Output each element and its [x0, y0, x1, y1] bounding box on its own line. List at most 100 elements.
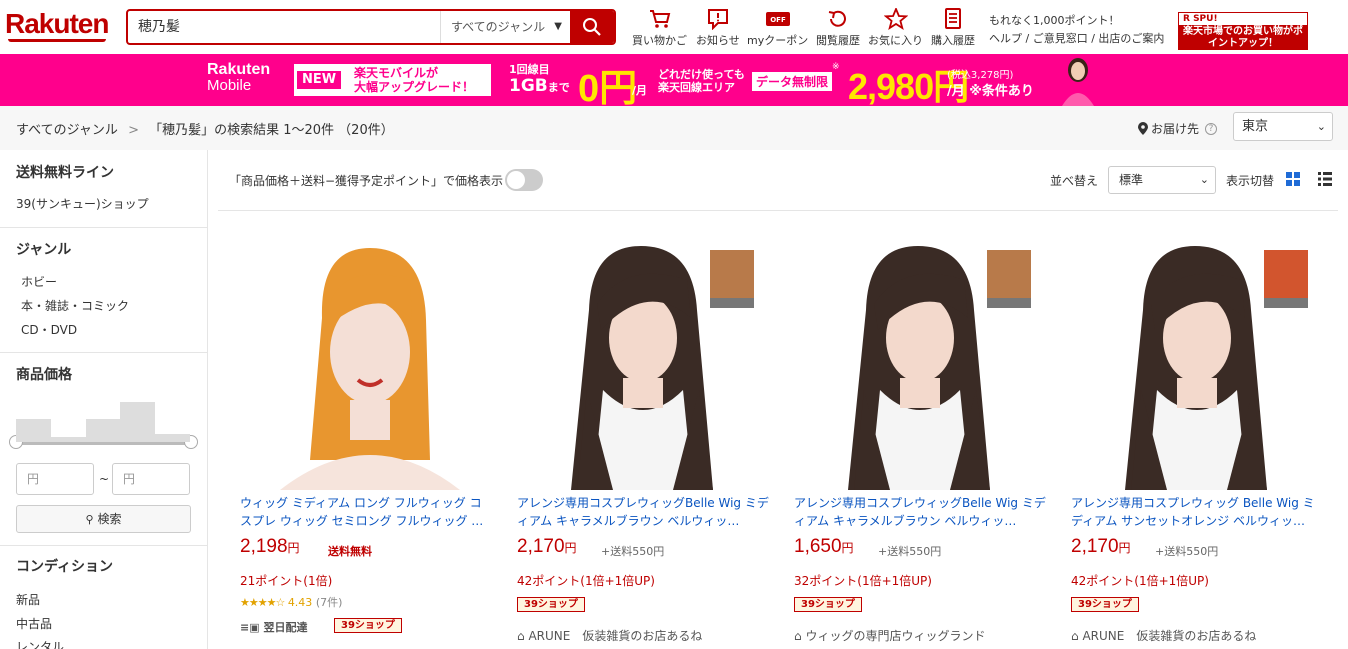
genre-item[interactable]: ホビー	[21, 273, 57, 290]
condition-item[interactable]: 新品	[16, 591, 40, 608]
toolbar-divider	[218, 210, 1338, 211]
chevron-down-icon: ⌄	[1199, 173, 1209, 186]
header-notice[interactable]: お知らせ	[696, 8, 740, 48]
favorites-label: お気に入り	[868, 34, 923, 47]
breadcrumb: すべてのジャンル > 「穂乃髪」の検索結果 1～20件 （20件）	[16, 119, 394, 138]
help-icon[interactable]: ?	[1205, 122, 1218, 135]
zero-unit: /月	[632, 84, 648, 97]
product-image[interactable]	[794, 240, 1054, 490]
delivery-destination: お届け先 ?	[1138, 120, 1218, 137]
header-coupon[interactable]: OFF myクーポン	[747, 8, 808, 48]
histogram-bar	[16, 419, 51, 442]
review-count: (7件)	[315, 596, 343, 609]
purchase-label: 購入履歴	[931, 34, 975, 47]
product-title[interactable]: アレンジ専用コスプレウィッグ Belle Wig ミディアム サンセットオレンジ…	[1071, 494, 1323, 530]
logo-underline	[8, 39, 106, 42]
spu-text: 楽天市場でのお買い物がポイントアップ！	[1183, 26, 1303, 49]
histogram-bar	[85, 419, 121, 442]
product-image[interactable]	[1071, 240, 1331, 490]
plan-price-unit: /月 ※条件あり	[947, 84, 1034, 99]
rakuten-mobile-banner[interactable]: Rakuten Mobile NEW 楽天モバイルが 大幅アップグレード！ 1回…	[0, 54, 1348, 110]
spu-logo: R SPU!	[1179, 13, 1307, 25]
product-card[interactable]: ウィッグ ミディアム ロング フルウィッグ コスプレ ウィッグ セミロング フル…	[240, 240, 500, 649]
points-promo-text[interactable]: もれなく1,000ポイント！	[989, 12, 1164, 30]
shop-name[interactable]: ⌂ ARUNE 仮装雑貨のお店あるね	[1071, 627, 1256, 644]
shop-name[interactable]: ⌂ ARUNE 仮装雑貨のお店あるね	[517, 627, 702, 644]
shop-icon: ⌂	[1071, 629, 1083, 643]
39shop-badge: 39ショップ	[517, 597, 585, 612]
new-upgrade-box: NEW 楽天モバイルが 大幅アップグレード！	[294, 64, 491, 96]
breadcrumb-root[interactable]: すべてのジャンル	[16, 123, 118, 138]
product-image[interactable]	[517, 240, 777, 490]
cart-icon	[649, 10, 670, 28]
search-bar: 穂乃髪 すべてのジャンル ▼	[126, 9, 616, 45]
new-tag: NEW	[297, 71, 342, 89]
search-button[interactable]	[570, 11, 614, 43]
product-points: 42ポイント(1倍+1倍UP)	[1071, 574, 1209, 588]
product-points: 42ポイント(1倍+1倍UP)	[517, 574, 655, 588]
genre-item[interactable]: 本・雑誌・コミック	[21, 297, 129, 314]
product-card[interactable]: アレンジ専用コスプレウィッグBelle Wig ミディアム キャラメルブラウン …	[794, 240, 1054, 649]
product-price: 2,170円	[1071, 536, 1131, 557]
location-pin-icon	[1138, 122, 1148, 135]
notice-icon	[707, 9, 728, 30]
shop-icon: ⌂	[517, 629, 529, 643]
genre-item[interactable]: CD・DVD	[21, 321, 77, 338]
product-card[interactable]: アレンジ専用コスプレウィッグ Belle Wig ミディアム サンセットオレンジ…	[1071, 240, 1331, 649]
star-icon	[883, 8, 908, 30]
help-links[interactable]: ヘルプ / ご意見窓口 / 出店のご案内	[989, 30, 1164, 48]
notice-label: お知らせ	[696, 34, 740, 47]
header-cart[interactable]: 買い物かご	[632, 8, 687, 48]
39shop-badge: 39ショップ	[794, 597, 862, 612]
histogram-bar	[155, 434, 191, 442]
area-text: どれだけ使っても 楽天回線エリア	[658, 68, 745, 94]
product-image[interactable]	[240, 240, 500, 490]
condition-item[interactable]: レンタル	[16, 638, 64, 649]
price-slider-track[interactable]	[16, 442, 190, 445]
price-max-input[interactable]: 円	[112, 463, 190, 495]
coupon-label: myクーポン	[747, 34, 809, 47]
svg-text:OFF: OFF	[770, 16, 786, 24]
product-rating[interactable]: ★★★★☆ 4.43 (7件)	[240, 594, 342, 610]
genre-select[interactable]: すべてのジャンル ▼	[440, 11, 570, 43]
zero-yen: 0円	[578, 68, 638, 110]
price-min-input[interactable]: 円	[16, 463, 94, 495]
prefecture-select[interactable]: 東京 ⌄	[1233, 112, 1333, 141]
condition-item[interactable]: 中古品	[16, 615, 52, 632]
product-card[interactable]: アレンジ専用コスプレウィッグBelle Wig ミディアム キャラメルブラウン …	[517, 240, 777, 649]
unlimited-badge: データ無制限	[752, 72, 833, 91]
view-switch-label: 表示切替	[1226, 174, 1275, 188]
purchase-icon	[945, 8, 961, 29]
sort-select[interactable]: 標準 ⌄	[1108, 166, 1216, 194]
header-history[interactable]: 閲覧履歴	[816, 8, 860, 48]
genre-heading: ジャンル	[16, 242, 72, 258]
divider	[0, 352, 207, 353]
price-search-button[interactable]: ⚲ 検索	[16, 505, 191, 533]
free-shipping-39shop[interactable]: 39(サンキュー)ショップ	[16, 195, 149, 212]
grid-view-icon[interactable]	[1286, 172, 1300, 186]
onegb-text: 1回線目 1GBまで	[509, 63, 570, 96]
list-view-icon[interactable]	[1318, 172, 1332, 186]
shop-icon: ⌂	[794, 629, 806, 643]
divider	[0, 227, 207, 228]
next-day-delivery: ≡▣ 翌日配達	[240, 621, 308, 634]
price-search-label: 検索	[97, 512, 122, 526]
cart-label: 買い物かご	[632, 34, 687, 47]
histogram-bar	[50, 437, 86, 442]
product-title[interactable]: ウィッグ ミディアム ロング フルウィッグ コスプレ ウィッグ セミロング フル…	[240, 494, 492, 530]
price-range-tilde: ~	[99, 472, 110, 486]
header-favorites[interactable]: お気に入り	[868, 8, 923, 48]
spu-banner[interactable]: R SPU! 楽天市場でのお買い物がポイントアップ！	[1178, 12, 1308, 50]
breadcrumb-bar: すべてのジャンル > 「穂乃髪」の検索結果 1～20件 （20件） お届け先 ?	[0, 106, 1348, 150]
price-display-toggle[interactable]	[505, 169, 543, 191]
product-title[interactable]: アレンジ専用コスプレウィッグBelle Wig ミディアム キャラメルブラウン …	[794, 494, 1046, 530]
rakuten-logo[interactable]: Rakuten	[5, 8, 109, 40]
upgrade-text: 楽天モバイルが 大幅アップグレード！	[354, 66, 475, 94]
shop-name[interactable]: ⌂ ウィッグの専門店ウィッグランド	[794, 627, 985, 644]
search-input[interactable]: 穂乃髪	[128, 11, 440, 43]
header-purchase-history[interactable]: 購入履歴	[931, 8, 975, 48]
filter-sidebar: 送料無料ライン 39(サンキュー)ショップ ジャンル ホビー 本・雑誌・コミック…	[0, 150, 208, 649]
product-price: 2,170円	[517, 536, 577, 557]
chevron-down-icon: ⌄	[1316, 120, 1326, 133]
product-title[interactable]: アレンジ専用コスプレウィッグBelle Wig ミディアム キャラメルブラウン …	[517, 494, 769, 530]
